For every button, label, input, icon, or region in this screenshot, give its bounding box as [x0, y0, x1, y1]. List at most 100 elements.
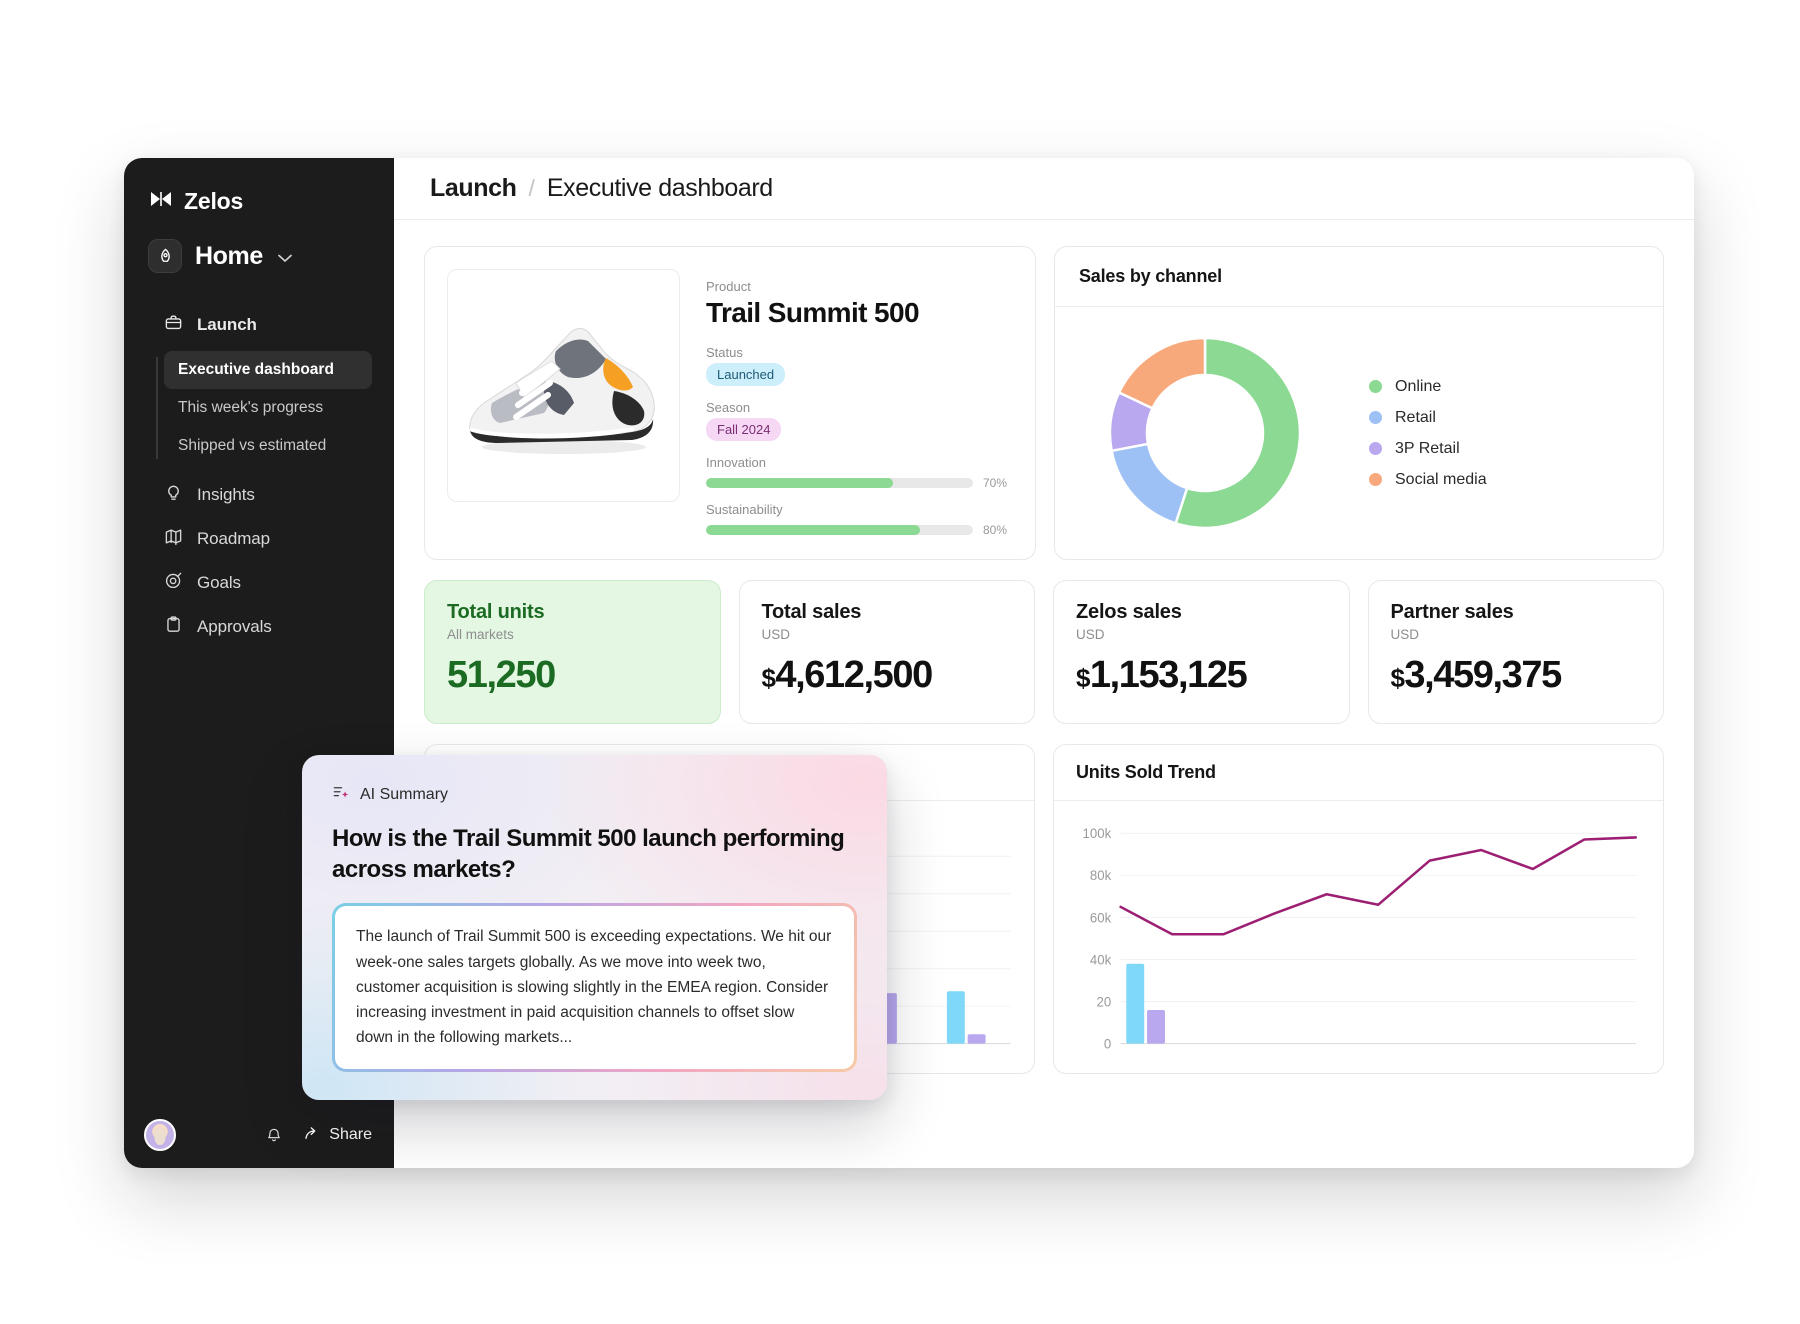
- kpi-number: 3,459,375: [1404, 654, 1562, 696]
- ai-summary-answer: The launch of Trail Summit 500 is exceed…: [335, 906, 854, 1069]
- ai-summary-answer-frame: The launch of Trail Summit 500 is exceed…: [332, 903, 857, 1072]
- sidebar-item-executive-dashboard[interactable]: Executive dashboard: [164, 351, 372, 389]
- brand-name: Zelos: [184, 188, 244, 214]
- chevron-down-icon[interactable]: [278, 250, 292, 268]
- kpi-number: 4,612,500: [775, 654, 933, 696]
- legend-item-online[interactable]: Online: [1369, 378, 1633, 396]
- y-tick-label: 40k: [1090, 952, 1112, 967]
- legend-color-swatch: [1369, 411, 1382, 424]
- legend-item-social-media[interactable]: Social media: [1369, 471, 1633, 489]
- y-tick-label: 80k: [1090, 868, 1112, 883]
- target-icon: [164, 571, 183, 595]
- sidebar-item-label: Goals: [197, 573, 241, 592]
- legend-item-3p-retail[interactable]: 3P Retail: [1369, 440, 1633, 458]
- sidebar-nav: Launch Executive dashboard This week's p…: [124, 303, 394, 649]
- legend-color-swatch: [1369, 473, 1382, 486]
- brand[interactable]: Zelos: [124, 158, 394, 215]
- legend-label: Retail: [1395, 408, 1436, 426]
- sidebar-item-roadmap[interactable]: Roadmap: [138, 517, 380, 561]
- kpi-value: $1,153,125: [1076, 654, 1327, 697]
- kpi-subtitle: USD: [1076, 627, 1105, 642]
- kpi-currency: $: [761, 663, 776, 693]
- sidebar-item-label: Approvals: [197, 617, 272, 636]
- legend-color-swatch: [1369, 380, 1382, 393]
- sustainability-label: Sustainability: [706, 502, 783, 517]
- donut-slice[interactable]: [1110, 442, 1189, 525]
- zelos-logo-icon: [150, 191, 172, 212]
- status-label: Status: [706, 345, 743, 360]
- sidebar-item-launch[interactable]: Launch: [138, 303, 380, 347]
- product-info: Product Trail Summit 500 Status Launched…: [706, 269, 1013, 537]
- share-label: Share: [329, 1126, 372, 1143]
- legend-item-retail[interactable]: Retail: [1369, 409, 1633, 427]
- breadcrumb-current: Executive dashboard: [546, 174, 773, 202]
- innovation-meter-fill: [706, 478, 893, 488]
- home-switcher[interactable]: Home: [124, 215, 394, 273]
- ai-summary-badge: AI Summary: [360, 786, 449, 803]
- sidebar-item-goals[interactable]: Goals: [138, 561, 380, 605]
- kpi-total-units: Total units All markets 51,250: [424, 580, 721, 724]
- product-name: Trail Summit 500: [706, 297, 920, 328]
- season-badge: Fall 2024: [706, 418, 782, 441]
- share-button[interactable]: Share: [303, 1124, 372, 1147]
- kpi-total-sales: Total sales USD $4,612,500: [738, 580, 1035, 724]
- legend-label: Online: [1395, 377, 1442, 395]
- map-icon: [164, 527, 183, 551]
- share-arrow-icon: [303, 1124, 321, 1147]
- y-tick-label: 100k: [1083, 826, 1112, 841]
- status-badge: Launched: [706, 363, 786, 386]
- kpi-number: 1,153,125: [1089, 654, 1248, 696]
- sustainability-meter: 80%: [706, 523, 1013, 537]
- bar[interactable]: [967, 1034, 986, 1044]
- kpi-title: Zelos sales: [1076, 601, 1182, 623]
- kpi-row: Total units All markets 51,250 Total sal…: [424, 580, 1664, 724]
- line-chart-body: 20 40k 60k 80k 100k 0: [1054, 801, 1663, 1073]
- channel-legend: Online Retail 3P Retail Social media: [1335, 365, 1633, 502]
- kpi-currency: $: [1076, 663, 1090, 693]
- sidebar-item-label: Launch: [197, 315, 257, 334]
- sneaker-illustration: [469, 327, 655, 454]
- sidebar-item-insights[interactable]: Insights: [138, 473, 380, 517]
- innovation-percent: 70%: [983, 476, 1008, 490]
- donut-chart: [1085, 327, 1325, 539]
- channel-card-title: Sales by channel: [1079, 266, 1222, 286]
- trend-line[interactable]: [1119, 836, 1638, 936]
- breadcrumb-separator: /: [528, 175, 535, 201]
- product-card: Product Trail Summit 500 Status Launched…: [424, 246, 1036, 560]
- avatar[interactable]: [144, 1119, 176, 1151]
- innovation-meter: 70%: [706, 476, 1013, 490]
- sidebar-item-this-weeks-progress[interactable]: This week's progress: [164, 389, 372, 427]
- sidebar-item-approvals[interactable]: Approvals: [138, 605, 380, 649]
- line-chart-head: Units Sold Trend: [1054, 745, 1663, 801]
- sidebar-footer: Share: [124, 1102, 394, 1168]
- ai-summary-header: AI Summary: [332, 783, 857, 807]
- sidebar-item-shipped-vs-estimated[interactable]: Shipped vs estimated: [164, 427, 372, 465]
- legend-label: Social media: [1395, 470, 1487, 488]
- line-chart-title: Units Sold Trend: [1076, 762, 1216, 782]
- bar[interactable]: [1126, 963, 1145, 1044]
- sidebar-item-label: Insights: [197, 485, 255, 504]
- ai-summary-card: AI Summary How is the Trail Summit 500 l…: [302, 755, 887, 1100]
- sidebar-item-label: Roadmap: [197, 529, 271, 548]
- kpi-title: Total sales: [761, 601, 862, 623]
- kpi-title: Total units: [447, 601, 545, 623]
- breadcrumb-parent[interactable]: Launch: [430, 174, 517, 203]
- innovation-label: Innovation: [706, 455, 766, 470]
- kpi-value: $3,459,375: [1391, 654, 1642, 697]
- y-tick-label: 20: [1096, 994, 1111, 1009]
- sustainability-meter-fill: [706, 525, 920, 535]
- legend-label: 3P Retail: [1395, 439, 1460, 457]
- channel-card-head: Sales by channel: [1055, 247, 1663, 307]
- y-tick-label: 0: [1104, 1036, 1111, 1051]
- bell-icon[interactable]: [261, 1122, 287, 1148]
- sidebar-subnav: Executive dashboard This week's progress…: [124, 351, 394, 465]
- donut-slice[interactable]: [1117, 336, 1207, 410]
- kpi-value: $4,612,500: [762, 654, 1013, 697]
- bar[interactable]: [946, 991, 965, 1044]
- breadcrumb: Launch / Executive dashboard: [394, 158, 1694, 220]
- kpi-partner-sales: Partner sales USD $3,459,375: [1367, 580, 1664, 724]
- kpi-number: 51,250: [447, 654, 556, 696]
- bar[interactable]: [1147, 1009, 1165, 1044]
- sales-by-channel-card: Sales by channel Online Retail 3P Retail…: [1054, 246, 1664, 560]
- kpi-value: 51,250: [447, 654, 698, 697]
